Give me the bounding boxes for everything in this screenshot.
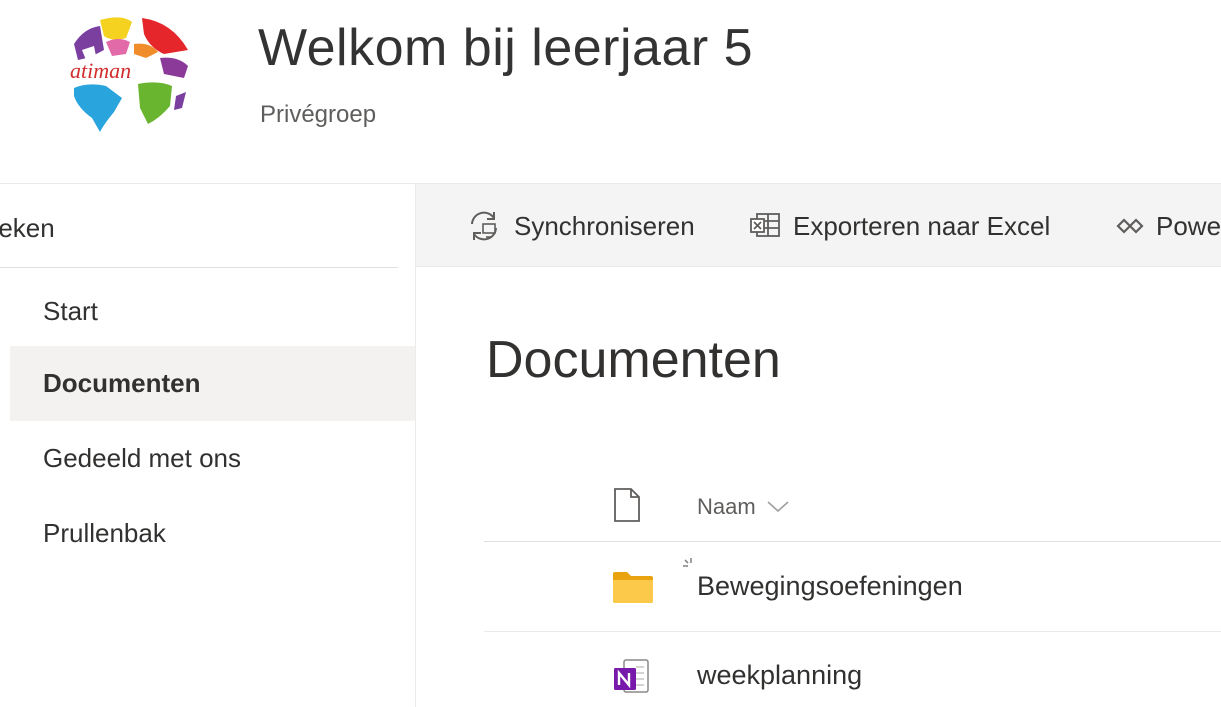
item-name-link[interactable]: weekplanning xyxy=(697,660,862,691)
library-title: Documenten xyxy=(486,331,781,389)
export-excel-label: Exporteren naar Excel xyxy=(793,210,1051,241)
file-type-column-icon[interactable] xyxy=(612,487,642,528)
powerapps-icon xyxy=(1116,216,1144,236)
sharepoint-page: atiman Welkom bij leerjaar 5 Privégroep … xyxy=(0,0,1221,707)
item-name-link[interactable]: Bewegingsoefeningen xyxy=(697,571,963,602)
site-logo[interactable]: atiman xyxy=(60,8,198,136)
powerapps-button[interactable]: PowerApps xyxy=(1116,184,1221,266)
nav-item-documenten[interactable]: Documenten xyxy=(10,346,415,421)
nav-item-start[interactable]: Start xyxy=(0,272,415,346)
command-bar: Synchroniseren Exporteren naar Excel Pow… xyxy=(416,183,1221,267)
name-column-label: Naam xyxy=(697,494,756,519)
export-excel-button[interactable]: Exporteren naar Excel xyxy=(749,184,1051,266)
excel-icon xyxy=(749,211,781,241)
logo-lettering: atiman xyxy=(70,58,131,83)
site-title[interactable]: Welkom bij leerjaar 5 xyxy=(258,18,753,78)
list-item[interactable]: weekplanning xyxy=(484,632,1221,707)
folder-icon xyxy=(612,570,654,609)
left-navigation: Start Documenten Gedeeld met ons Prullen… xyxy=(0,183,416,707)
nav-item-prullenbak[interactable]: Prullenbak xyxy=(0,496,415,571)
site-privacy-label: Privégroep xyxy=(260,101,377,128)
nav-item-gedeeld-met-ons[interactable]: Gedeeld met ons xyxy=(0,421,415,496)
sync-button[interactable]: Synchroniseren xyxy=(466,184,695,266)
document-list: Naam Bewegingsoefeningen weekplanning xyxy=(484,470,1221,707)
list-header: Naam xyxy=(484,470,1221,542)
chevron-down-icon xyxy=(767,501,789,513)
nav-list: Start Documenten Gedeeld met ons Prullen… xyxy=(0,272,415,571)
globe-logo-icon: atiman xyxy=(70,12,190,132)
name-column-header[interactable]: Naam xyxy=(697,494,790,520)
onenote-icon xyxy=(612,656,652,701)
powerapps-label: PowerApps xyxy=(1156,210,1221,241)
search-box[interactable] xyxy=(0,184,398,268)
sync-label: Synchroniseren xyxy=(514,210,695,241)
sync-icon xyxy=(466,208,502,244)
list-item[interactable]: Bewegingsoefeningen xyxy=(484,542,1221,632)
search-input[interactable] xyxy=(0,208,386,248)
